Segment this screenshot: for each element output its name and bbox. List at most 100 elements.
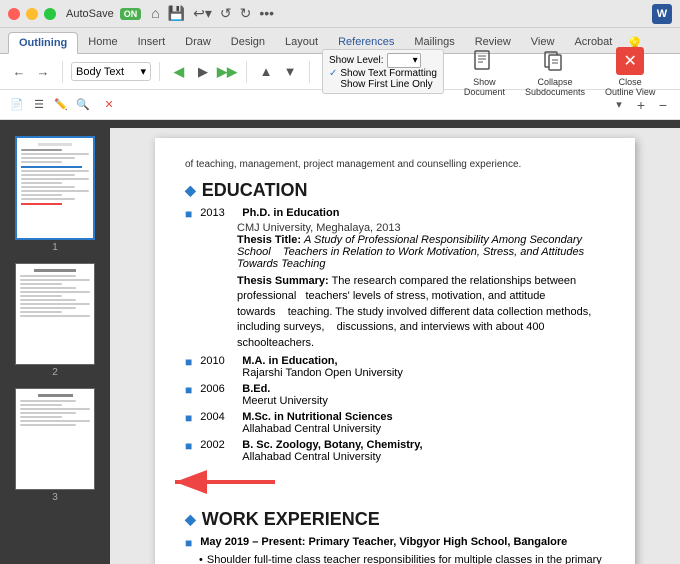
tab-design[interactable]: Design [221, 31, 275, 53]
edu-degree-2004: M.Sc. in Nutritional Sciences [242, 411, 392, 423]
edu-degree-2010: M.A. in Education, [242, 355, 403, 367]
close-window-button[interactable] [8, 8, 20, 20]
edu-uni-2010: Rajarshi Tandon Open University [242, 367, 403, 379]
level-group: ◀ ▶ ▶▶ [168, 61, 247, 83]
show-level-panel: Show Level: ▾ ✓ Show Text Formatting ✓ S… [322, 49, 444, 94]
outlining-toolbar: ← → Body Text ▾ ◀ ▶ ▶▶ ▲ ▼ Show Level: ▾… [0, 54, 680, 90]
edu-year-2006: 2006 [200, 383, 238, 395]
remove-button[interactable]: − [654, 96, 672, 114]
page-thumb-1-content [17, 138, 93, 238]
work-bullet-text-1: • Shoulder full-time class teacher respo… [199, 553, 605, 564]
demote-button[interactable]: ▶ [192, 61, 214, 83]
tab-outlining[interactable]: Outlining [8, 32, 78, 54]
close-panel-icon[interactable]: ✕ [100, 96, 118, 114]
page-thumbnails: 1 2 [0, 128, 110, 564]
document-page: of teaching, management, project managem… [155, 138, 635, 564]
promote-button[interactable]: ◀ [168, 61, 190, 83]
edu-bullet-2002: ■ [185, 439, 192, 453]
doc-actions-group: ShowDocument CollapseSubdocuments ✕ Clos… [456, 43, 663, 101]
move-down-button[interactable]: ▼ [279, 61, 301, 83]
title-bar: AutoSave ON ⌂ 💾 ↩︎▾ ↺ ↻ ••• W [0, 0, 680, 28]
title-bar-icons: ⌂ 💾 ↩︎▾ ↺ ↻ ••• [151, 5, 274, 22]
edu-entry-2010: ■ 2010 M.A. in Education, Rajarshi Tando… [185, 355, 605, 379]
tab-draw[interactable]: Draw [175, 31, 221, 53]
page-thumb-3[interactable] [15, 388, 95, 490]
edu-uni-2006: Meerut University [242, 395, 328, 407]
page-number-3: 3 [15, 490, 95, 505]
back-button[interactable]: ← [8, 61, 30, 83]
red-arrow-svg [165, 467, 285, 497]
style-group: Body Text ▾ [71, 62, 160, 81]
work-experience-heading-text: WORK EXPERIENCE [202, 509, 380, 530]
work-period-2019: May 2019 – Present: [200, 536, 305, 548]
page-thumbnail-3[interactable]: 3 [15, 388, 95, 505]
maximize-window-button[interactable] [44, 8, 56, 20]
edu-bullet-2010: ■ [185, 355, 192, 369]
save-icon[interactable]: 💾 [168, 5, 185, 22]
page-number-2: 2 [15, 365, 95, 380]
close-outline-view-label: CloseOutline View [605, 77, 655, 97]
tab-home[interactable]: Home [78, 31, 127, 53]
intro-text: of teaching, management, project managem… [185, 158, 605, 172]
edu-year-2002: 2002 [200, 439, 238, 451]
checkmark-icon: ✓ [329, 68, 337, 79]
page-thumb-2-content [16, 264, 94, 364]
search-icon[interactable]: 🔍 [74, 96, 92, 114]
edu-year-2013: 2013 [200, 207, 238, 219]
autosave-label: AutoSave [66, 8, 114, 20]
edu-year-2010: 2010 [200, 355, 238, 367]
undo-dropdown-icon[interactable]: ↩︎▾ [193, 5, 212, 22]
page-thumb-2[interactable] [15, 263, 95, 365]
page-thumbnail-2[interactable]: 2 [15, 263, 95, 380]
move-up-button[interactable]: ▲ [255, 61, 277, 83]
close-outline-view-button[interactable]: ✕ CloseOutline View [597, 43, 663, 101]
collapse-subdocuments-icon [541, 47, 569, 75]
work-diamond-icon: ◆ [185, 511, 196, 528]
promote-body-text-button[interactable]: ▶▶ [216, 61, 238, 83]
show-text-formatting-row: ✓ Show Text Formatting [329, 68, 437, 79]
home-icon[interactable]: ⌂ [151, 5, 159, 22]
autosave-toggle[interactable]: ON [120, 8, 142, 20]
show-first-line-label[interactable]: Show First Line Only [340, 79, 432, 90]
list-icon: ☰ [30, 96, 48, 114]
work-entry-2019: ■ May 2019 – Present: Primary Teacher, V… [185, 536, 605, 564]
collapse-subdocuments-button[interactable]: CollapseSubdocuments [517, 43, 593, 101]
page-thumb-3-content [16, 389, 94, 489]
collapse-up-icon[interactable]: ▾ [610, 96, 628, 114]
redo-icon[interactable]: ↻ [240, 5, 252, 22]
edu-uni-2002: Allahabad Central University [242, 451, 422, 463]
nav-group: ← → [8, 61, 63, 83]
tab-insert[interactable]: Insert [128, 31, 176, 53]
undo-icon[interactable]: ↺ [220, 5, 232, 22]
edu-year-2004: 2004 [200, 411, 238, 423]
edu-bullet-2004: ■ [185, 411, 192, 425]
edu-bullet-2013: ■ [185, 207, 192, 221]
tab-layout[interactable]: Layout [275, 31, 328, 53]
show-document-label: ShowDocument [464, 77, 505, 97]
edu-degree-2006: B.Ed. [242, 383, 328, 395]
title-bar-content: AutoSave ON ⌂ 💾 ↩︎▾ ↺ ↻ ••• W [66, 4, 672, 24]
show-document-button[interactable]: ShowDocument [456, 43, 513, 101]
forward-button[interactable]: → [32, 61, 54, 83]
show-level-select[interactable]: ▾ [387, 53, 420, 68]
edu-entry-2002: ■ 2002 B. Sc. Zoology, Botany, Chemistry… [185, 439, 605, 463]
thesis-title-label: Thesis Title: [237, 234, 301, 246]
add-button[interactable]: + [632, 96, 650, 114]
education-diamond-icon: ◆ [185, 182, 196, 199]
show-level-row: Show Level: ▾ [329, 53, 437, 68]
page-thumb-1[interactable] [15, 136, 95, 240]
left-panel: 1 2 [0, 128, 110, 564]
page-thumbnail-1[interactable]: 1 [15, 136, 95, 255]
show-text-formatting-label[interactable]: Show Text Formatting [340, 68, 437, 79]
more-icon[interactable]: ••• [259, 5, 274, 22]
edu-entry-2004: ■ 2004 M.Sc. in Nutritional Sciences All… [185, 411, 605, 435]
edu-degree-2013: Ph.D. in Education [242, 207, 339, 219]
style-selector[interactable]: Body Text ▾ [71, 62, 151, 81]
close-outline-icon: ✕ [616, 47, 644, 75]
work-bullet-text-content-1: Shoulder full-time class teacher respons… [207, 553, 605, 564]
show-level-dropdown-icon: ▾ [413, 55, 418, 66]
minimize-window-button[interactable] [26, 8, 38, 20]
edu-bullet-2006: ■ [185, 383, 192, 397]
word-app-icon: W [652, 4, 672, 24]
education-heading: ◆ EDUCATION [185, 180, 605, 201]
